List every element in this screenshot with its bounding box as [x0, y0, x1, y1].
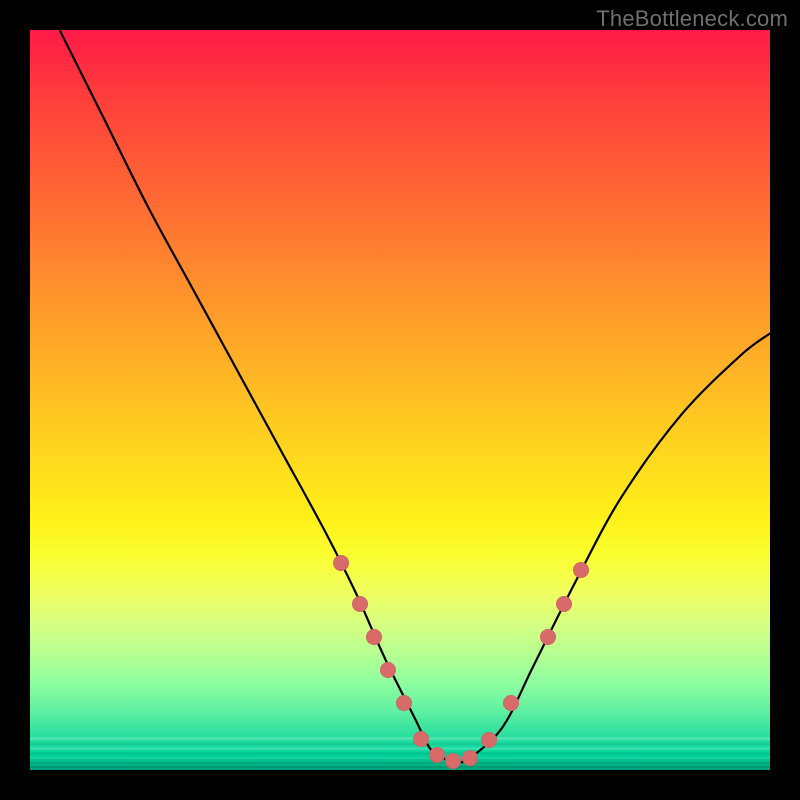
curve-marker	[573, 562, 589, 578]
curve-marker	[462, 750, 478, 766]
curve-marker	[556, 596, 572, 612]
watermark-text: TheBottleneck.com	[596, 6, 788, 32]
plot-area	[30, 30, 770, 770]
curve-path	[60, 30, 770, 763]
curve-marker	[396, 695, 412, 711]
curve-marker	[413, 731, 429, 747]
chart-frame: TheBottleneck.com	[0, 0, 800, 800]
bottleneck-curve	[30, 30, 770, 770]
curve-marker	[366, 629, 382, 645]
curve-marker	[333, 555, 349, 571]
curve-marker	[540, 629, 556, 645]
curve-marker	[352, 596, 368, 612]
